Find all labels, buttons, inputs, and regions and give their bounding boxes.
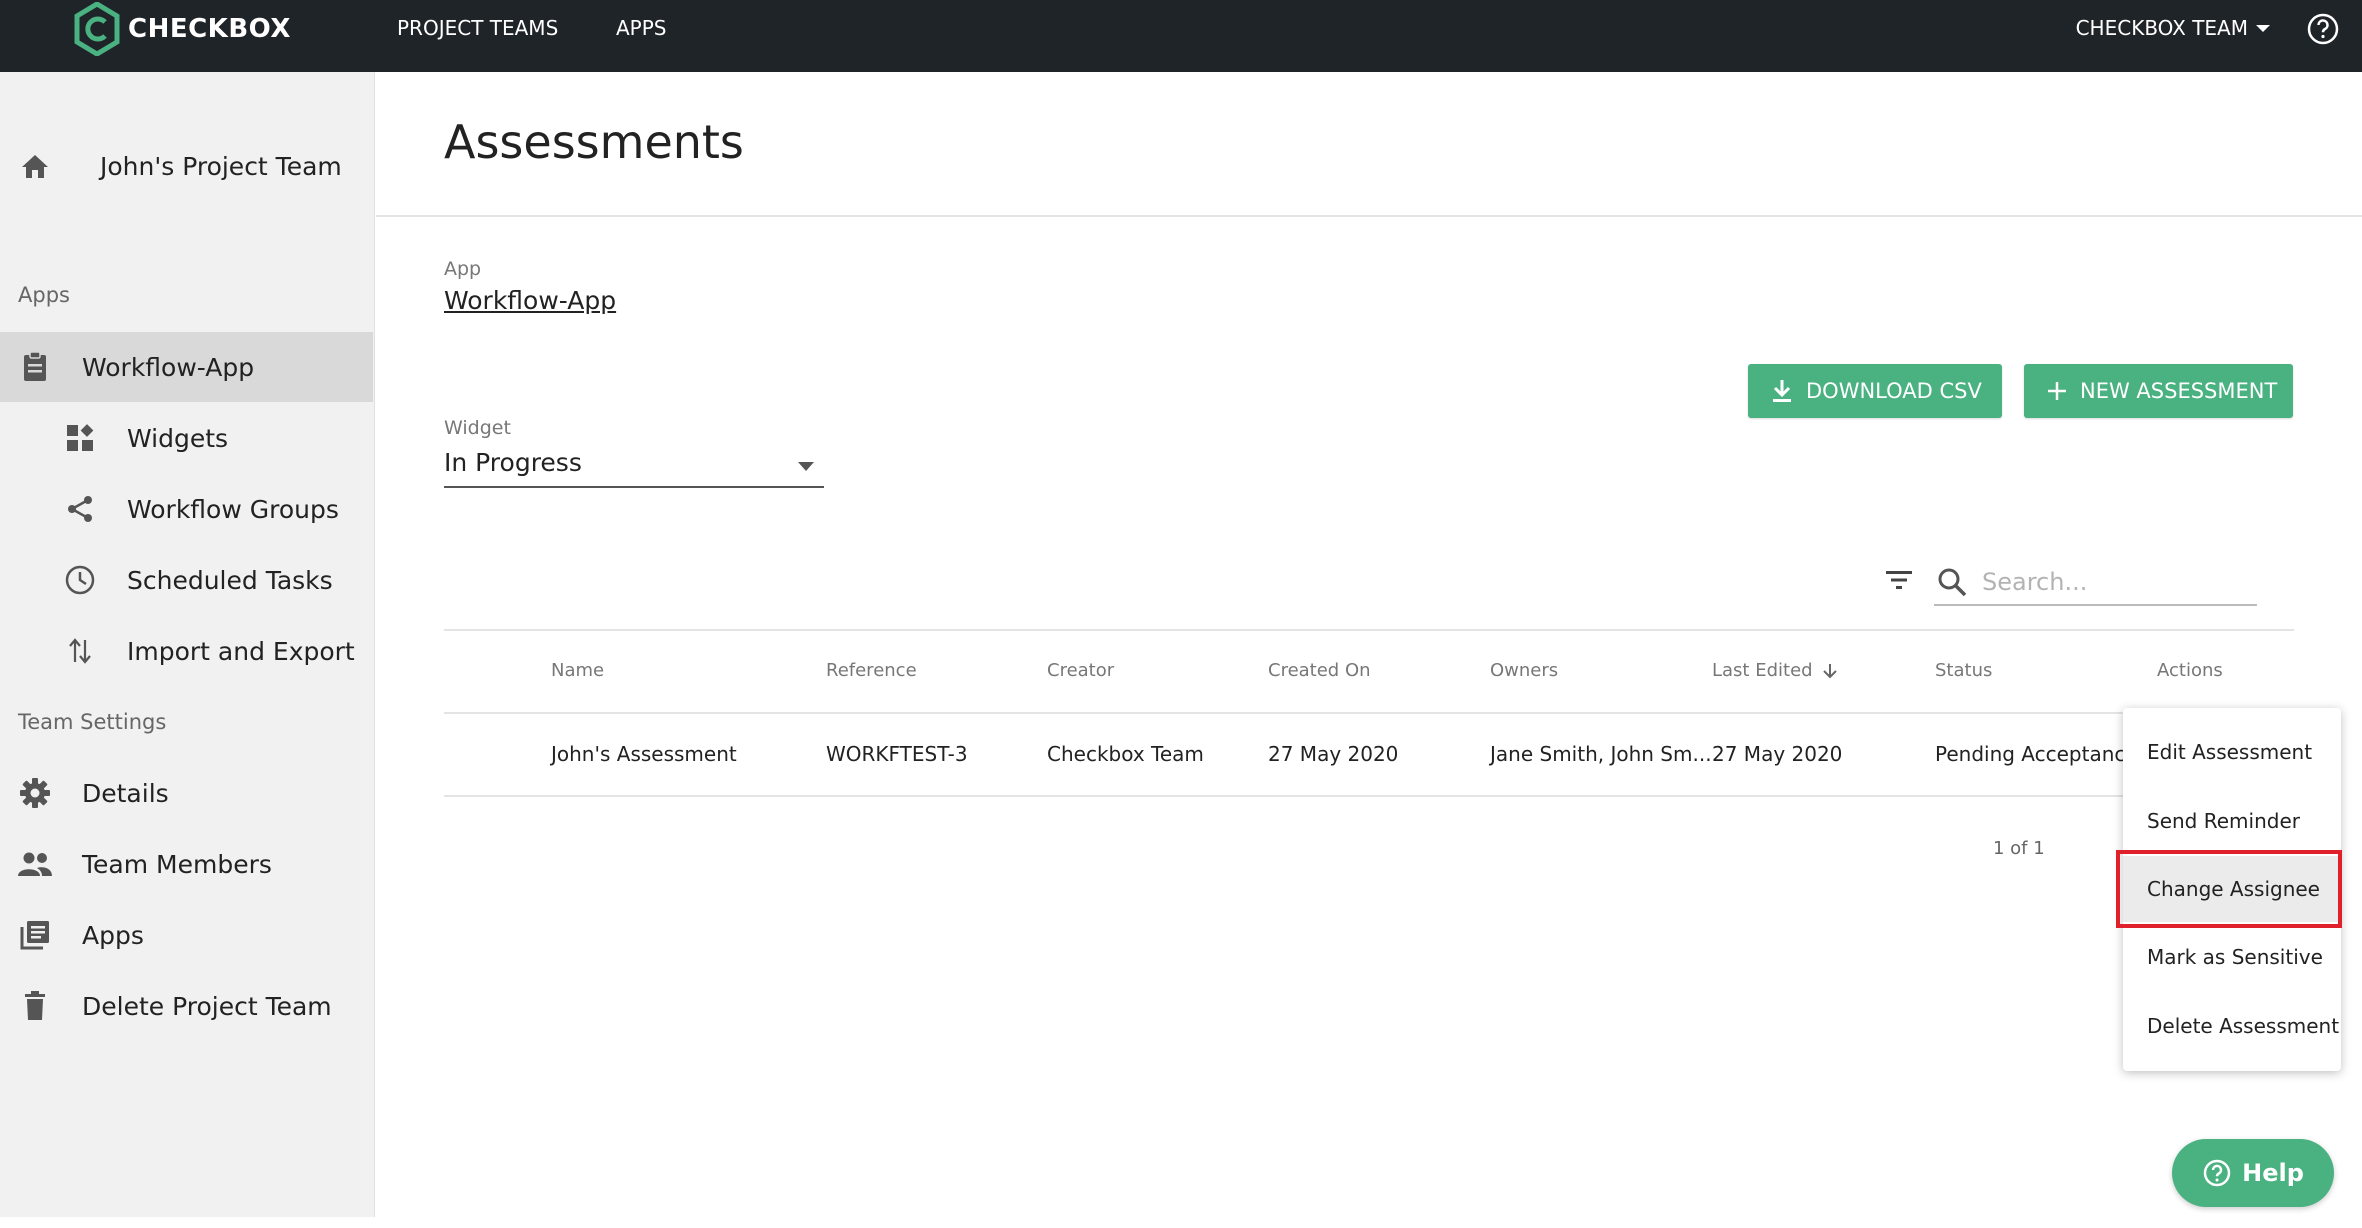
- actions-menu: Edit Assessment Send Reminder Change Ass…: [2123, 708, 2341, 1071]
- sidebar-item-details[interactable]: Details: [0, 758, 373, 828]
- sidebar-item-label: Details: [82, 778, 169, 808]
- sidebar-item-label: Apps: [82, 920, 144, 950]
- sidebar-item-apps[interactable]: Apps: [0, 900, 373, 970]
- menu-item-mark-as-sensitive[interactable]: Mark as Sensitive: [2123, 924, 2341, 990]
- menu-item-delete-assessment[interactable]: Delete Assessment: [2123, 993, 2341, 1059]
- sidebar-item-label: Workflow-App: [82, 352, 255, 382]
- help-button-label: Help: [2242, 1159, 2304, 1187]
- download-csv-button[interactable]: DOWNLOAD CSV: [1748, 364, 2002, 418]
- sidebar-item-import-export[interactable]: Import and Export: [0, 616, 373, 686]
- column-header-last-edited-label: Last Edited: [1712, 660, 1813, 681]
- cell-reference: WORKFTEST-3: [826, 742, 968, 766]
- pagination-label: 1 of 1: [1993, 838, 2045, 859]
- clipboard-icon: [17, 349, 53, 385]
- caret-down-icon: [2256, 25, 2270, 32]
- question-circle-icon[interactable]: [2306, 12, 2340, 46]
- widgets-icon: [62, 420, 98, 456]
- checkbox-logo[interactable]: CHECKBOX: [74, 2, 291, 56]
- table-top-divider: [444, 629, 2294, 631]
- menu-item-send-reminder[interactable]: Send Reminder: [2123, 788, 2341, 854]
- new-assessment-label: NEW ASSESSMENT: [2080, 379, 2278, 403]
- import-export-icon: [62, 633, 98, 669]
- cell-name: John's Assessment: [551, 742, 737, 766]
- widget-caption: Widget: [444, 417, 511, 439]
- search-box: [1934, 560, 2257, 606]
- nav-project-teams[interactable]: PROJECT TEAMS: [397, 16, 558, 40]
- column-header-created-on[interactable]: Created On: [1268, 660, 1371, 681]
- sidebar-item-label: Workflow Groups: [127, 494, 339, 524]
- chevron-down-icon: [798, 462, 814, 471]
- filter-icon[interactable]: [1884, 568, 1914, 592]
- column-header-reference[interactable]: Reference: [826, 660, 917, 681]
- trash-icon: [17, 988, 53, 1024]
- share-icon: [62, 491, 98, 527]
- cell-creator: Checkbox Team: [1047, 742, 1204, 766]
- app-caption: App: [444, 258, 482, 280]
- arrow-down-icon: [1822, 663, 1837, 678]
- sidebar-item-label: Import and Export: [127, 636, 355, 666]
- sidebar-project-team-label: John's Project Team: [100, 151, 342, 181]
- team-menu-label: CHECKBOX TEAM: [2075, 16, 2248, 40]
- sidebar-item-team-members[interactable]: Team Members: [0, 829, 373, 899]
- column-header-owners[interactable]: Owners: [1490, 660, 1558, 681]
- gear-icon: [17, 775, 53, 811]
- top-navigation-bar: CHECKBOX PROJECT TEAMS APPS CHECKBOX TEA…: [0, 0, 2362, 72]
- column-header-creator[interactable]: Creator: [1047, 660, 1114, 681]
- column-header-name[interactable]: Name: [551, 660, 604, 681]
- sidebar-item-scheduled-tasks[interactable]: Scheduled Tasks: [0, 545, 373, 615]
- cell-status: Pending Acceptance: [1935, 742, 2138, 766]
- search-icon: [1938, 568, 1967, 597]
- page-title: Assessments: [444, 115, 744, 169]
- column-header-actions: Actions: [2157, 660, 2223, 681]
- app-link[interactable]: Workflow-App: [444, 286, 616, 315]
- sidebar-project-team[interactable]: John's Project Team: [0, 131, 373, 201]
- column-header-last-edited[interactable]: Last Edited: [1712, 660, 1839, 681]
- sidebar-item-workflow-groups[interactable]: Workflow Groups: [0, 474, 373, 544]
- logo-text: CHECKBOX: [128, 14, 291, 44]
- library-icon: [17, 917, 53, 953]
- cell-created-on: 27 May 2020: [1268, 742, 1399, 766]
- home-icon: [17, 148, 53, 184]
- bottom-edge: [0, 1217, 2362, 1228]
- question-circle-icon: [2202, 1158, 2232, 1188]
- table-header-divider: [444, 712, 2294, 714]
- menu-item-change-assignee[interactable]: Change Assignee: [2123, 856, 2341, 922]
- cell-last-edited: 27 May 2020: [1712, 742, 1843, 766]
- clock-icon: [62, 562, 98, 598]
- download-csv-label: DOWNLOAD CSV: [1806, 379, 1982, 403]
- sidebar-item-label: Delete Project Team: [82, 991, 332, 1021]
- sidebar-apps-heading: Apps: [18, 283, 70, 307]
- people-icon: [17, 846, 53, 882]
- cell-owners: Jane Smith, John Sm...: [1490, 742, 1712, 766]
- widget-select-value: In Progress: [444, 448, 582, 477]
- sidebar: John's Project Team Apps Workflow-App Wi…: [0, 72, 375, 1217]
- widget-select[interactable]: In Progress: [444, 442, 824, 488]
- nav-apps[interactable]: APPS: [616, 16, 667, 40]
- download-icon: [1770, 378, 1794, 404]
- new-assessment-button[interactable]: NEW ASSESSMENT: [2024, 364, 2293, 418]
- sidebar-item-label: Team Members: [82, 849, 272, 879]
- plus-icon: [2046, 380, 2068, 402]
- sidebar-item-label: Scheduled Tasks: [127, 565, 333, 595]
- sidebar-item-widgets[interactable]: Widgets: [0, 403, 373, 473]
- sidebar-team-settings-heading: Team Settings: [18, 710, 167, 734]
- team-menu[interactable]: CHECKBOX TEAM: [2076, 16, 2272, 40]
- checkbox-logo-icon: [74, 2, 120, 56]
- title-divider: [376, 215, 2362, 217]
- menu-item-edit-assessment[interactable]: Edit Assessment: [2123, 719, 2341, 785]
- sidebar-item-label: Widgets: [127, 423, 229, 453]
- sidebar-item-workflow-app[interactable]: Workflow-App: [0, 332, 373, 402]
- table-row-divider: [444, 795, 2294, 797]
- column-header-status[interactable]: Status: [1935, 660, 1992, 681]
- help-button[interactable]: Help: [2172, 1139, 2334, 1207]
- search-input[interactable]: [1982, 566, 2252, 598]
- sidebar-item-delete-project-team[interactable]: Delete Project Team: [0, 971, 373, 1041]
